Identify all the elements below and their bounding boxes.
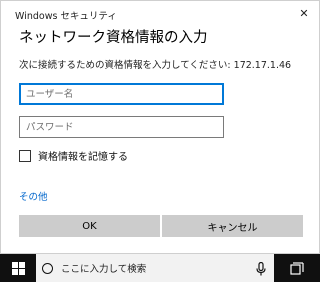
taskbar-search-box[interactable]: ここに入力して検索	[36, 254, 274, 282]
ok-button[interactable]: OK	[19, 215, 160, 237]
task-view-icon	[290, 261, 304, 275]
remember-label: 資格情報を記憶する	[38, 152, 128, 163]
close-icon: ✕	[299, 6, 309, 20]
more-choices-link[interactable]: その他	[19, 189, 48, 203]
start-button[interactable]	[0, 254, 36, 282]
dialog-heading: ネットワーク資格情報の入力	[19, 30, 208, 46]
username-field[interactable]	[19, 83, 224, 105]
task-view-button[interactable]	[274, 254, 320, 282]
cancel-button[interactable]: キャンセル	[162, 215, 303, 237]
window-title: Windows セキュリティ	[15, 11, 117, 22]
remember-checkbox[interactable]	[19, 149, 31, 162]
prompt-text: 次に接続するための資格情報を入力してください: 172.17.1.46	[19, 60, 292, 71]
microphone-icon[interactable]	[256, 262, 266, 276]
search-text: ここに入力して検索	[61, 264, 147, 275]
search-circle-icon	[42, 262, 53, 274]
windows-logo-icon	[11, 261, 25, 275]
password-field[interactable]	[19, 116, 224, 138]
remember-credentials[interactable]: 資格情報を記憶する	[19, 148, 128, 163]
credential-dialog: Windows セキュリティ ✕ ネットワーク資格情報の入力 次に接続するための…	[0, 0, 320, 254]
close-button[interactable]: ✕	[293, 4, 315, 22]
taskbar: ここに入力して検索	[0, 254, 320, 282]
